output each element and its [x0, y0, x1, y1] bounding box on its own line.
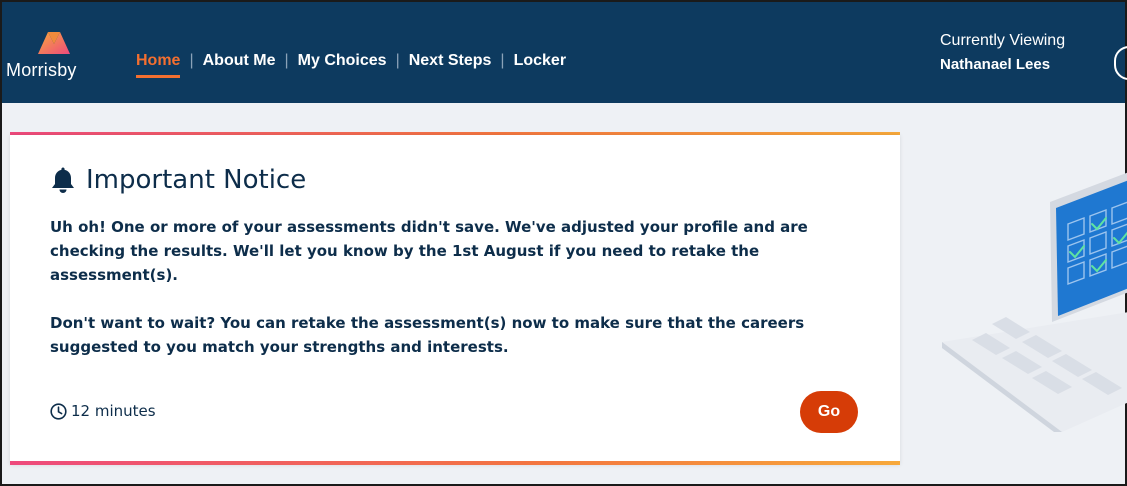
- nav-separator: |: [189, 52, 194, 69]
- nav-separator: |: [284, 52, 289, 69]
- morrisby-logo[interactable]: Morrisby: [6, 26, 98, 90]
- laptop-checklist-illustration: [932, 172, 1127, 432]
- logo-wordmark: Morrisby: [6, 60, 77, 80]
- notice-title-text: Important Notice: [86, 165, 307, 195]
- assessment-duration: 12 minutes: [50, 402, 156, 420]
- bell-icon: [52, 167, 74, 193]
- profile-switch-button[interactable]: [1114, 46, 1127, 80]
- main-nav: Home | About Me | My Choices | Next Step…: [136, 44, 566, 78]
- card-bottom-accent-line: [10, 461, 900, 465]
- nav-separator: |: [395, 52, 400, 69]
- laptop-illustration-icon: [942, 172, 1127, 432]
- clock-icon: [50, 402, 67, 420]
- nav-separator: |: [500, 52, 505, 69]
- nav-item-next-steps[interactable]: Next Steps: [409, 52, 492, 70]
- important-notice-card: Important Notice Uh oh! One or more of y…: [10, 135, 900, 465]
- notice-paragraph: Don't want to wait? You can retake the a…: [50, 314, 805, 356]
- currently-viewing-label: Currently Viewing: [940, 32, 1066, 49]
- currently-viewing: Currently Viewing Nathanael Lees: [940, 32, 1065, 73]
- notice-message: Uh oh! One or more of your assessments d…: [50, 215, 870, 383]
- nav-item-my-choices[interactable]: My Choices: [298, 52, 387, 70]
- viewed-user-name: Nathanael Lees: [940, 56, 1051, 73]
- notice-title: Important Notice: [50, 165, 306, 195]
- nav-item-about-me[interactable]: About Me: [203, 52, 276, 70]
- morrisby-logo-icon: [38, 32, 70, 54]
- duration-text: 12 minutes: [71, 402, 156, 420]
- notice-paragraph: Uh oh! One or more of your assessments d…: [50, 218, 808, 284]
- nav-item-locker[interactable]: Locker: [514, 52, 566, 70]
- nav-item-home[interactable]: Home: [136, 52, 181, 78]
- go-button[interactable]: Go: [800, 391, 858, 433]
- top-nav-bar: Morrisby Home | About Me | My Choices | …: [2, 2, 1127, 103]
